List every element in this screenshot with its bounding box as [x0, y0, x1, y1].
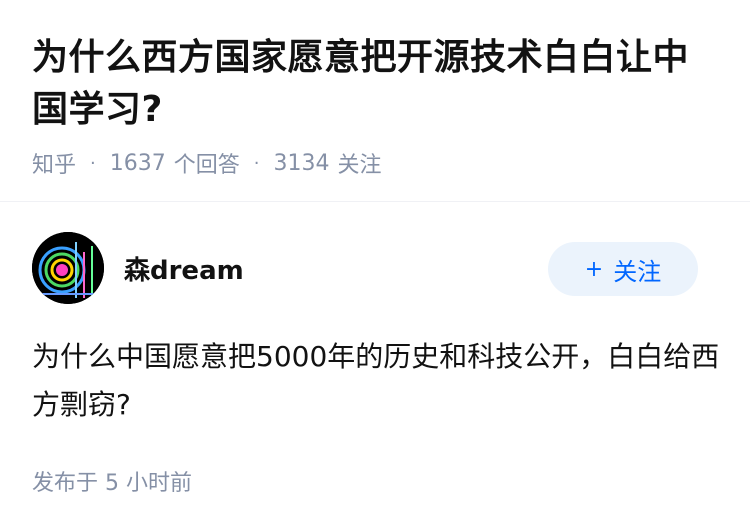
separator-dot: ·	[253, 152, 260, 174]
source-label[interactable]: 知乎	[32, 147, 76, 179]
avatar[interactable]	[32, 232, 104, 304]
plus-icon: +	[584, 256, 604, 282]
followers-count: 3134	[273, 150, 330, 176]
author-row: 森dream + 关注	[32, 232, 698, 304]
followers-label: 关注	[337, 153, 382, 178]
question-title[interactable]: 为什么西方国家愿意把开源技术白白让中国学习?	[32, 32, 722, 136]
separator-dot: ·	[90, 152, 96, 174]
author-name[interactable]: 森dream	[124, 250, 244, 287]
answers-label: 个回答	[173, 153, 240, 178]
question-meta: 知乎 · 1637 个回答 · 3134 关注	[32, 146, 722, 180]
divider	[0, 201, 750, 202]
follow-label: 关注	[613, 257, 662, 286]
answers-count: 1637	[109, 150, 166, 176]
question-header: 为什么西方国家愿意把开源技术白白让中国学习? 知乎 · 1637 个回答 · 3…	[32, 32, 722, 180]
follow-button[interactable]: + 关注	[548, 242, 698, 296]
avatar-image	[32, 232, 104, 304]
publish-time: 发布于 5 小时前	[32, 471, 192, 496]
answer-content[interactable]: 为什么中国愿意把5000年的历史和科技公开，白白给西方剽窃?	[32, 333, 722, 429]
